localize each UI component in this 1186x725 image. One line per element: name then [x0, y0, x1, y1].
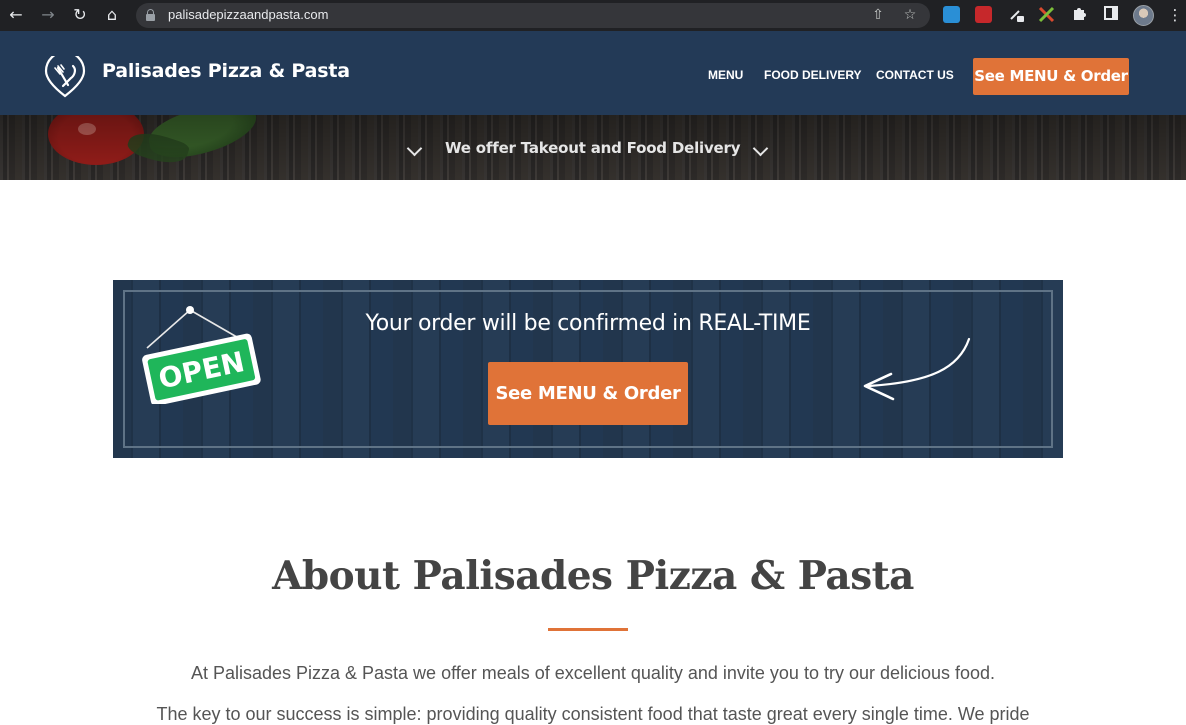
extension-icon-1[interactable] [943, 6, 960, 23]
about-paragraph-2: The key to our success is simple: provid… [156, 704, 1030, 724]
extension-icon-3[interactable] [1008, 6, 1025, 23]
order-banner: OPEN Your order will be confirmed in REA… [113, 280, 1063, 458]
header-see-menu-order-button[interactable]: See MENU & Order [973, 58, 1129, 95]
fork-knife-logo-icon[interactable] [44, 56, 86, 98]
side-panel-icon[interactable] [1102, 5, 1120, 25]
nav-menu-link[interactable]: MENU [708, 68, 743, 82]
browser-toolbar: ← → ↻ ⌂ palisadepizzaandpasta.com ⇧ ☆ ⋮ [0, 0, 1186, 31]
share-icon[interactable]: ⇧ [870, 7, 886, 23]
about-heading: About Palisades Pizza & Pasta [272, 553, 914, 599]
forward-icon[interactable]: → [37, 4, 59, 26]
site-title[interactable]: Palisades Pizza & Pasta [102, 60, 350, 82]
lock-icon[interactable] [146, 9, 155, 21]
banner-title: Your order will be confirmed in REAL-TIM… [365, 311, 811, 336]
hero-banner: We offer Takeout and Food Delivery [0, 115, 1186, 180]
profile-avatar[interactable] [1133, 5, 1154, 26]
home-icon[interactable]: ⌂ [101, 4, 123, 26]
extensions-icon[interactable] [1070, 5, 1088, 25]
back-icon[interactable]: ← [5, 4, 27, 26]
about-divider [548, 628, 628, 631]
about-paragraph-1: At Palisades Pizza & Pasta we offer meal… [190, 663, 996, 683]
site-header: Palisades Pizza & Pasta MENU FOOD DELIVE… [0, 31, 1186, 115]
menu-icon[interactable]: ⋮ [1166, 5, 1184, 25]
curved-arrow-icon [863, 337, 971, 401]
address-bar[interactable]: palisadepizzaandpasta.com ⇧ ☆ [136, 3, 930, 28]
nav-contact-us-link[interactable]: CONTACT US [876, 68, 954, 82]
nav-food-delivery-link[interactable]: FOOD DELIVERY [764, 68, 862, 82]
extension-icon-4[interactable] [1038, 6, 1055, 23]
star-icon[interactable]: ☆ [902, 7, 918, 23]
url-text[interactable]: palisadepizzaandpasta.com [168, 7, 328, 22]
hero-tagline: We offer Takeout and Food Delivery [445, 139, 741, 157]
reload-icon[interactable]: ↻ [69, 4, 91, 26]
extension-icon-2[interactable] [975, 6, 992, 23]
banner-see-menu-order-button[interactable]: See MENU & Order [488, 362, 688, 425]
